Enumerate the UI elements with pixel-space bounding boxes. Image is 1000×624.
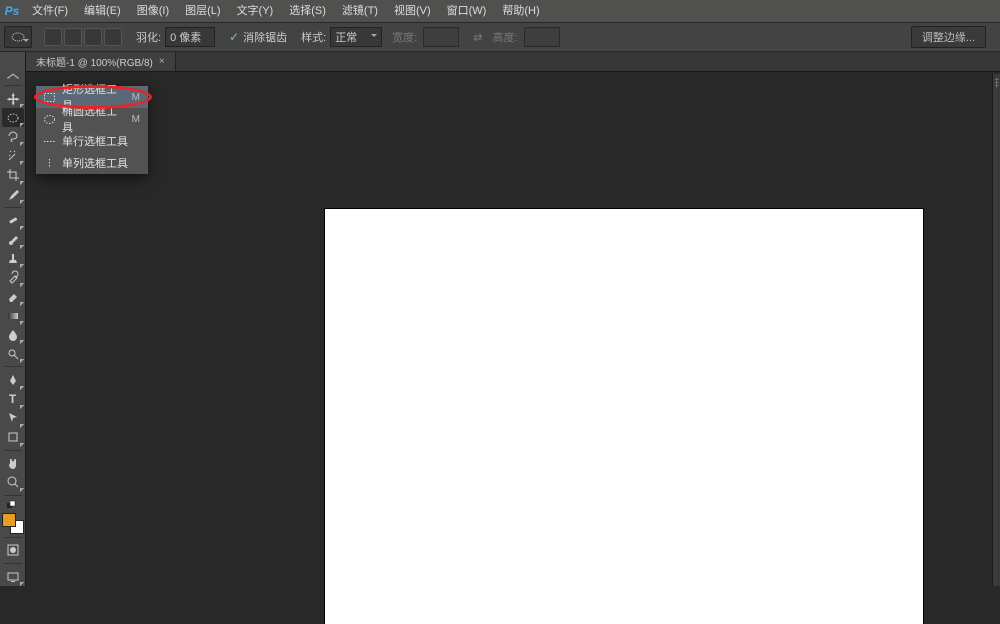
tool-preset-picker[interactable] (4, 26, 32, 48)
close-icon[interactable]: × (159, 56, 165, 67)
swap-wh-icon: ⇄ (473, 31, 482, 44)
flyout-col-marquee[interactable]: 单列选框工具 (36, 152, 148, 174)
refine-edge-button[interactable]: 调整边缘... (911, 26, 986, 48)
check-icon: ✓ (229, 30, 239, 44)
crop-tool[interactable] (2, 165, 24, 184)
blur-tool[interactable] (2, 325, 24, 344)
quickmask-toggle[interactable] (2, 541, 24, 560)
document-canvas[interactable] (325, 209, 923, 624)
move-tool[interactable] (2, 89, 24, 108)
dodge-tool[interactable] (2, 344, 24, 363)
menu-edit[interactable]: 编辑(E) (76, 0, 129, 22)
rect-marquee-icon (42, 93, 56, 102)
selmode-subtract[interactable] (84, 28, 102, 46)
selmode-add[interactable] (64, 28, 82, 46)
collapse-handle[interactable] (2, 72, 24, 82)
color-swatches[interactable] (2, 513, 24, 534)
foreground-color-swatch[interactable] (2, 513, 16, 527)
flyout-row-marquee[interactable]: 单行选框工具 (36, 130, 148, 152)
zoom-tool[interactable] (2, 473, 24, 492)
document-tab[interactable]: 未标题-1 @ 100%(RGB/8) × (26, 52, 176, 71)
width-input (423, 27, 459, 47)
menu-window[interactable]: 窗口(W) (439, 0, 495, 22)
col-marquee-icon (42, 159, 56, 168)
document-tabbar: 未标题-1 @ 100%(RGB/8) × (26, 52, 1000, 72)
tool-palette: T (0, 52, 26, 586)
flyout-shortcut: M (132, 92, 142, 103)
height-input (524, 27, 560, 47)
clone-stamp-tool[interactable] (2, 249, 24, 268)
history-brush-tool[interactable] (2, 268, 24, 287)
healing-brush-tool[interactable] (2, 211, 24, 230)
magic-wand-tool[interactable] (2, 146, 24, 165)
menu-file[interactable]: 文件(F) (24, 0, 76, 22)
eraser-tool[interactable] (2, 287, 24, 306)
menu-help[interactable]: 帮助(H) (494, 0, 547, 22)
ellipse-marquee-icon (42, 115, 56, 124)
default-colors-icon[interactable] (2, 499, 24, 511)
style-select[interactable]: 正常 (330, 27, 382, 47)
document-tab-title: 未标题-1 @ 100%(RGB/8) (36, 54, 153, 69)
lasso-tool[interactable] (2, 127, 24, 146)
canvas-viewport[interactable] (26, 72, 1000, 586)
selmode-new[interactable] (44, 28, 62, 46)
flyout-ellipse-marquee[interactable]: 椭圆选框工具 M (36, 108, 148, 130)
menu-image[interactable]: 图像(I) (129, 0, 177, 22)
type-tool[interactable]: T (2, 390, 24, 409)
menu-bar: Ps 文件(F) 编辑(E) 图像(I) 图层(L) 文字(Y) 选择(S) 滤… (0, 0, 1000, 22)
menu-view[interactable]: 视图(V) (386, 0, 439, 22)
hand-tool[interactable] (2, 454, 24, 473)
screenmode-toggle[interactable] (2, 567, 24, 586)
row-marquee-icon (42, 137, 56, 146)
app-logo: Ps (0, 0, 24, 22)
flyout-shortcut: M (132, 114, 142, 125)
flyout-item-label: 单列选框工具 (62, 155, 134, 171)
eyedropper-tool[interactable] (2, 185, 24, 204)
shape-tool[interactable] (2, 428, 24, 447)
menu-filter[interactable]: 滤镜(T) (334, 0, 386, 22)
style-label: 样式: (301, 29, 326, 45)
menu-select[interactable]: 选择(S) (281, 0, 334, 22)
menu-layer[interactable]: 图层(L) (177, 0, 228, 22)
feather-label: 羽化: (136, 29, 161, 45)
selmode-intersect[interactable] (104, 28, 122, 46)
feather-input[interactable] (165, 27, 215, 47)
work-area: 未标题-1 @ 100%(RGB/8) × (0, 52, 1000, 586)
options-bar: 羽化: ✓ 消除锯齿 样式: 正常 宽度: ⇄ 高度: 调整边缘... (0, 22, 1000, 52)
width-label: 宽度: (392, 29, 417, 45)
right-dock-handle[interactable] (992, 74, 1000, 586)
path-select-tool[interactable] (2, 409, 24, 428)
antialias-check[interactable]: ✓ 消除锯齿 (229, 29, 287, 45)
antialias-label: 消除锯齿 (243, 29, 287, 45)
flyout-item-label: 单行选框工具 (62, 133, 134, 149)
height-label: 高度: (492, 29, 517, 45)
selection-mode-group (44, 28, 122, 46)
gradient-tool[interactable] (2, 306, 24, 325)
menu-type[interactable]: 文字(Y) (229, 0, 282, 22)
marquee-flyout-menu: 矩形选框工具 M 椭圆选框工具 M 单行选框工具 单列选框工具 (36, 86, 148, 174)
brush-tool[interactable] (2, 230, 24, 249)
pen-tool[interactable] (2, 370, 24, 389)
marquee-tool[interactable] (2, 108, 24, 127)
